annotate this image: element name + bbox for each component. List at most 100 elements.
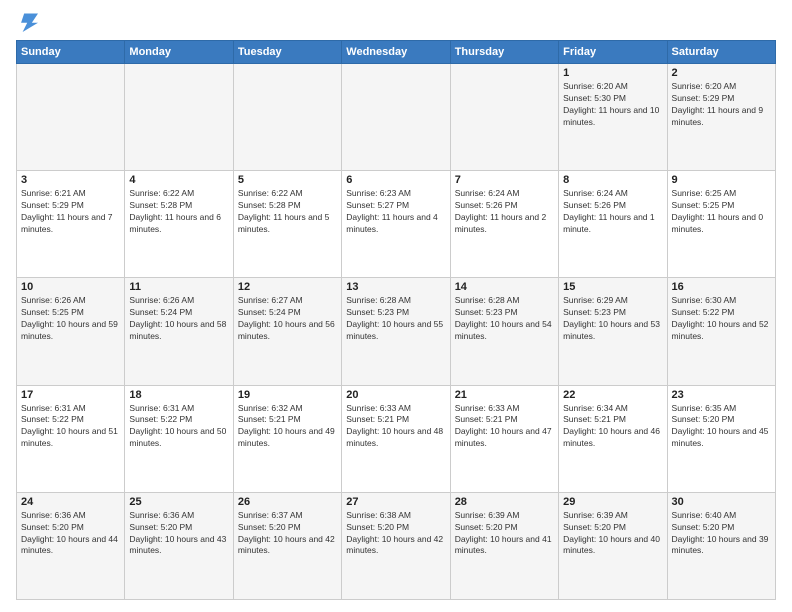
day-number: 5 xyxy=(238,174,337,186)
calendar-cell: 5 Sunrise: 6:22 AM Sunset: 5:28 PM Daylig… xyxy=(233,171,341,278)
calendar-week-3: 10Sunrise: 6:26 AM Sunset: 5:25 PM Dayli… xyxy=(17,278,776,385)
day-info: Sunrise: 6:37 AM Sunset: 5:20 PM Dayligh… xyxy=(238,510,337,558)
day-info: Sunrise: 6:28 AM Sunset: 5:23 PM Dayligh… xyxy=(346,295,445,343)
calendar-cell: 29 Sunrise: 6:39 AM Sunset: 5:20 PM Dayli… xyxy=(559,492,667,599)
calendar-cell: 30 Sunrise: 6:40 AM Sunset: 5:20 PM Dayli… xyxy=(667,492,775,599)
day-info: Sunrise: 6:22 AM Sunset: 5:28 PM Dayligh… xyxy=(238,188,337,236)
day-info: Sunrise: 6:20 AM Sunset: 5:29 PM Dayligh… xyxy=(672,81,771,129)
calendar-cell: 10Sunrise: 6:26 AM Sunset: 5:25 PM Dayli… xyxy=(17,278,125,385)
calendar-cell: 19 Sunrise: 6:32 AM Sunset: 5:21 PM Dayli… xyxy=(233,385,341,492)
day-number: 30 xyxy=(672,496,771,508)
calendar-week-1: 1 Sunrise: 6:20 AM Sunset: 5:30 PM Daylig… xyxy=(17,64,776,171)
day-number: 3 xyxy=(21,174,120,186)
calendar-cell: 1 Sunrise: 6:20 AM Sunset: 5:30 PM Daylig… xyxy=(559,64,667,171)
calendar-header-tuesday: Tuesday xyxy=(233,41,341,64)
calendar-cell xyxy=(125,64,233,171)
calendar-cell: 22 Sunrise: 6:34 AM Sunset: 5:21 PM Dayli… xyxy=(559,385,667,492)
day-number: 4 xyxy=(129,174,228,186)
day-info: Sunrise: 6:38 AM Sunset: 5:20 PM Dayligh… xyxy=(346,510,445,558)
calendar-header-saturday: Saturday xyxy=(667,41,775,64)
calendar-cell: 27 Sunrise: 6:38 AM Sunset: 5:20 PM Dayli… xyxy=(342,492,450,599)
day-info: Sunrise: 6:32 AM Sunset: 5:21 PM Dayligh… xyxy=(238,403,337,451)
calendar-cell: 28 Sunrise: 6:39 AM Sunset: 5:20 PM Dayli… xyxy=(450,492,558,599)
day-number: 11 xyxy=(129,281,228,293)
day-number: 21 xyxy=(455,389,554,401)
day-number: 18 xyxy=(129,389,228,401)
day-info: Sunrise: 6:27 AM Sunset: 5:24 PM Dayligh… xyxy=(238,295,337,343)
day-number: 20 xyxy=(346,389,445,401)
day-info: Sunrise: 6:30 AM Sunset: 5:22 PM Dayligh… xyxy=(672,295,771,343)
day-number: 9 xyxy=(672,174,771,186)
calendar-cell: 17 Sunrise: 6:31 AM Sunset: 5:22 PM Dayli… xyxy=(17,385,125,492)
calendar-header-monday: Monday xyxy=(125,41,233,64)
day-number: 10 xyxy=(21,281,120,293)
calendar-cell xyxy=(450,64,558,171)
day-info: Sunrise: 6:29 AM Sunset: 5:23 PM Dayligh… xyxy=(563,295,662,343)
page: SundayMondayTuesdayWednesdayThursdayFrid… xyxy=(0,0,792,612)
calendar-cell: 9 Sunrise: 6:25 AM Sunset: 5:25 PM Daylig… xyxy=(667,171,775,278)
day-number: 19 xyxy=(238,389,337,401)
day-number: 15 xyxy=(563,281,662,293)
calendar-cell: 18 Sunrise: 6:31 AM Sunset: 5:22 PM Dayli… xyxy=(125,385,233,492)
day-number: 17 xyxy=(21,389,120,401)
day-info: Sunrise: 6:28 AM Sunset: 5:23 PM Dayligh… xyxy=(455,295,554,343)
calendar-cell xyxy=(233,64,341,171)
day-info: Sunrise: 6:36 AM Sunset: 5:20 PM Dayligh… xyxy=(21,510,120,558)
calendar-header-thursday: Thursday xyxy=(450,41,558,64)
calendar-cell: 21 Sunrise: 6:33 AM Sunset: 5:21 PM Dayli… xyxy=(450,385,558,492)
calendar-cell: 16 Sunrise: 6:30 AM Sunset: 5:22 PM Dayli… xyxy=(667,278,775,385)
calendar-header-sunday: Sunday xyxy=(17,41,125,64)
day-info: Sunrise: 6:33 AM Sunset: 5:21 PM Dayligh… xyxy=(455,403,554,451)
day-number: 2 xyxy=(672,67,771,79)
day-number: 29 xyxy=(563,496,662,508)
day-number: 12 xyxy=(238,281,337,293)
calendar-cell xyxy=(342,64,450,171)
day-info: Sunrise: 6:22 AM Sunset: 5:28 PM Dayligh… xyxy=(129,188,228,236)
day-number: 25 xyxy=(129,496,228,508)
calendar-cell: 23Sunrise: 6:35 AM Sunset: 5:20 PM Dayli… xyxy=(667,385,775,492)
day-info: Sunrise: 6:36 AM Sunset: 5:20 PM Dayligh… xyxy=(129,510,228,558)
calendar-cell: 24 Sunrise: 6:36 AM Sunset: 5:20 PM Dayli… xyxy=(17,492,125,599)
calendar-cell: 13 Sunrise: 6:28 AM Sunset: 5:23 PM Dayli… xyxy=(342,278,450,385)
header xyxy=(16,12,776,32)
day-number: 8 xyxy=(563,174,662,186)
day-number: 14 xyxy=(455,281,554,293)
calendar-cell: 3Sunrise: 6:21 AM Sunset: 5:29 PM Daylig… xyxy=(17,171,125,278)
day-info: Sunrise: 6:25 AM Sunset: 5:25 PM Dayligh… xyxy=(672,188,771,236)
calendar-header-wednesday: Wednesday xyxy=(342,41,450,64)
day-number: 24 xyxy=(21,496,120,508)
day-info: Sunrise: 6:35 AM Sunset: 5:20 PM Dayligh… xyxy=(672,403,771,451)
day-number: 1 xyxy=(563,67,662,79)
day-number: 27 xyxy=(346,496,445,508)
day-info: Sunrise: 6:34 AM Sunset: 5:21 PM Dayligh… xyxy=(563,403,662,451)
calendar-table: SundayMondayTuesdayWednesdayThursdayFrid… xyxy=(16,40,776,600)
day-number: 16 xyxy=(672,281,771,293)
calendar-header-row: SundayMondayTuesdayWednesdayThursdayFrid… xyxy=(17,41,776,64)
calendar-week-2: 3Sunrise: 6:21 AM Sunset: 5:29 PM Daylig… xyxy=(17,171,776,278)
calendar-cell: 14 Sunrise: 6:28 AM Sunset: 5:23 PM Dayli… xyxy=(450,278,558,385)
day-info: Sunrise: 6:31 AM Sunset: 5:22 PM Dayligh… xyxy=(21,403,120,451)
day-number: 13 xyxy=(346,281,445,293)
day-number: 22 xyxy=(563,389,662,401)
day-number: 28 xyxy=(455,496,554,508)
day-info: Sunrise: 6:40 AM Sunset: 5:20 PM Dayligh… xyxy=(672,510,771,558)
day-info: Sunrise: 6:20 AM Sunset: 5:30 PM Dayligh… xyxy=(563,81,662,129)
logo xyxy=(16,12,44,32)
day-info: Sunrise: 6:31 AM Sunset: 5:22 PM Dayligh… xyxy=(129,403,228,451)
calendar-cell: 4 Sunrise: 6:22 AM Sunset: 5:28 PM Daylig… xyxy=(125,171,233,278)
calendar-week-4: 17 Sunrise: 6:31 AM Sunset: 5:22 PM Dayli… xyxy=(17,385,776,492)
calendar-cell: 25 Sunrise: 6:36 AM Sunset: 5:20 PM Dayli… xyxy=(125,492,233,599)
calendar-cell: 7 Sunrise: 6:24 AM Sunset: 5:26 PM Daylig… xyxy=(450,171,558,278)
calendar-week-5: 24 Sunrise: 6:36 AM Sunset: 5:20 PM Dayli… xyxy=(17,492,776,599)
day-number: 26 xyxy=(238,496,337,508)
calendar-cell: 20Sunrise: 6:33 AM Sunset: 5:21 PM Dayli… xyxy=(342,385,450,492)
day-info: Sunrise: 6:24 AM Sunset: 5:26 PM Dayligh… xyxy=(455,188,554,236)
calendar-header-friday: Friday xyxy=(559,41,667,64)
calendar-cell: 8Sunrise: 6:24 AM Sunset: 5:26 PM Daylig… xyxy=(559,171,667,278)
day-info: Sunrise: 6:23 AM Sunset: 5:27 PM Dayligh… xyxy=(346,188,445,236)
logo-icon xyxy=(16,12,40,32)
calendar-cell xyxy=(17,64,125,171)
day-info: Sunrise: 6:39 AM Sunset: 5:20 PM Dayligh… xyxy=(455,510,554,558)
day-info: Sunrise: 6:39 AM Sunset: 5:20 PM Dayligh… xyxy=(563,510,662,558)
day-number: 7 xyxy=(455,174,554,186)
